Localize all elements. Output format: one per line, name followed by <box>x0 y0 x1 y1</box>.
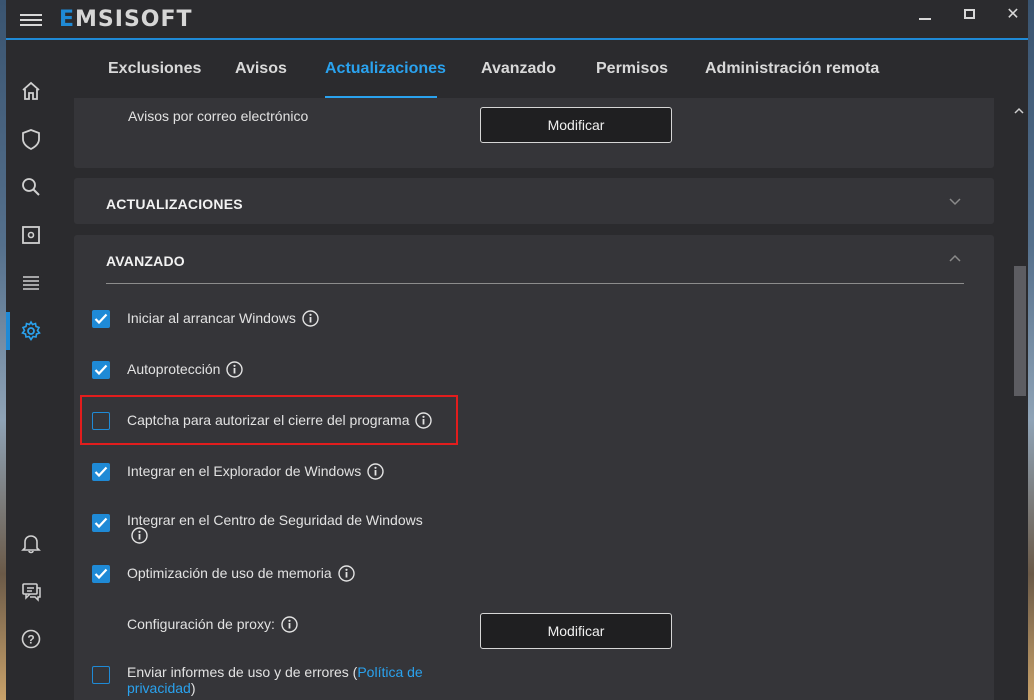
sidebar: ? <box>6 42 58 700</box>
proxy-settings-label: Configuración de proxy: <box>127 616 298 634</box>
scroll-up-icon[interactable] <box>1014 102 1024 114</box>
memory-optimization-label: Optimización de uso de memoria <box>127 565 355 583</box>
email-card: Avisos por correo electrónico Modificar <box>74 98 994 168</box>
tab-permisos[interactable]: Permisos <box>596 60 668 78</box>
info-icon[interactable] <box>415 412 433 429</box>
self-protection-checkbox[interactable] <box>92 361 110 379</box>
updates-section[interactable]: ACTUALIZACIONES <box>74 178 994 224</box>
info-icon[interactable] <box>337 565 355 582</box>
captcha-close-checkbox[interactable] <box>92 412 110 430</box>
memory-optimization-checkbox[interactable] <box>92 565 110 583</box>
menu-icon[interactable] <box>20 14 42 30</box>
info-icon[interactable] <box>226 361 244 378</box>
home-icon[interactable] <box>20 80 44 104</box>
chevron-down-icon[interactable] <box>948 194 962 208</box>
emsisoft-window: EMSISOFT ✕ ? Exclusiones Avisos Actualiz… <box>6 0 1028 700</box>
info-icon[interactable] <box>131 527 148 544</box>
security-center-label: Integrar en el Centro de Seguridad de Wi… <box>127 512 423 528</box>
advanced-section-title: AVANZADO <box>106 253 185 269</box>
settings-tabs: Exclusiones Avisos Actualizaciones Avanz… <box>58 42 1028 98</box>
info-icon[interactable] <box>281 616 298 633</box>
captcha-close-label: Captcha para autorizar el cierre del pro… <box>127 412 433 430</box>
section-divider <box>106 283 964 284</box>
usage-reports-checkbox[interactable] <box>92 666 110 684</box>
start-with-windows-label: Iniciar al arrancar Windows <box>127 310 319 328</box>
tab-administracion-remota[interactable]: Administración remota <box>705 60 879 78</box>
svg-text:?: ? <box>27 633 34 647</box>
close-button[interactable]: ✕ <box>1000 6 1026 26</box>
explorer-integration-label: Integrar en el Explorador de Windows <box>127 463 384 481</box>
updates-section-title: ACTUALIZACIONES <box>106 196 243 212</box>
gear-icon[interactable] <box>20 320 44 344</box>
title-bar: EMSISOFT ✕ <box>6 0 1028 40</box>
help-icon[interactable]: ? <box>20 628 44 652</box>
app-logo: EMSISOFT <box>59 7 193 32</box>
info-icon[interactable] <box>367 463 384 480</box>
sidebar-active-indicator <box>6 312 10 350</box>
proxy-modify-button[interactable]: Modificar <box>480 613 672 649</box>
email-modify-button[interactable]: Modificar <box>480 107 672 143</box>
bell-icon[interactable] <box>20 532 44 556</box>
tab-avanzado[interactable]: Avanzado <box>481 60 556 78</box>
quarantine-icon[interactable] <box>20 224 44 248</box>
minimize-button[interactable] <box>912 6 938 26</box>
advanced-section: AVANZADO Iniciar al arrancar Windows Aut… <box>74 235 994 700</box>
vertical-scrollbar[interactable] <box>1010 98 1028 700</box>
usage-reports-label: Enviar informes de uso y de errores (Pol… <box>127 664 423 696</box>
settings-content: Avisos por correo electrónico Modificar … <box>58 98 1028 700</box>
tab-avisos[interactable]: Avisos <box>235 60 287 78</box>
tab-exclusiones[interactable]: Exclusiones <box>108 60 201 78</box>
info-icon[interactable] <box>302 310 319 327</box>
maximize-button[interactable] <box>956 6 982 26</box>
shield-icon[interactable] <box>20 128 44 152</box>
logs-icon[interactable] <box>20 272 44 296</box>
scrollbar-thumb[interactable] <box>1014 266 1026 396</box>
chat-icon[interactable] <box>20 580 44 604</box>
search-icon[interactable] <box>20 176 44 200</box>
email-notifications-label: Avisos por correo electrónico <box>128 108 309 124</box>
chevron-up-icon[interactable] <box>948 252 962 266</box>
explorer-integration-checkbox[interactable] <box>92 463 110 481</box>
tab-actualizaciones[interactable]: Actualizaciones <box>325 60 446 78</box>
start-with-windows-checkbox[interactable] <box>92 310 110 328</box>
security-center-checkbox[interactable] <box>92 514 110 532</box>
self-protection-label: Autoprotección <box>127 361 244 379</box>
